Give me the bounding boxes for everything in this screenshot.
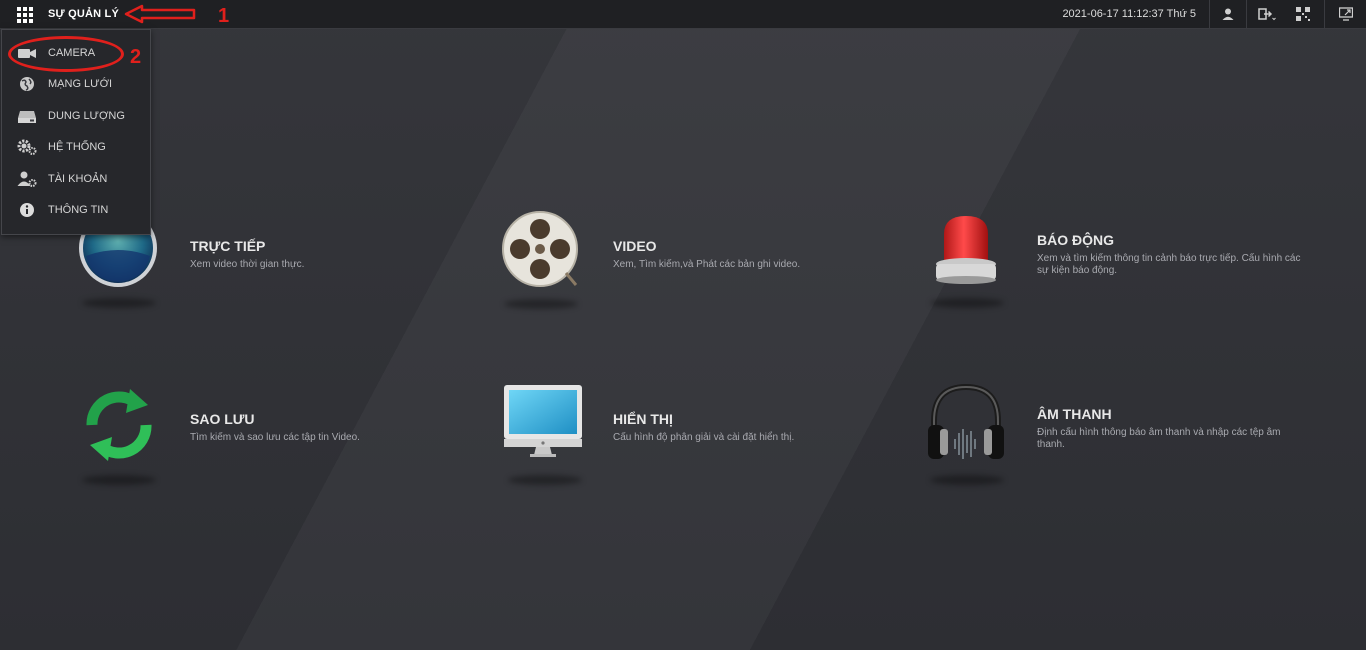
account-icon bbox=[17, 171, 37, 187]
headphones-icon bbox=[928, 383, 1004, 459]
menu-item-account[interactable]: TÀI KHOẢN bbox=[2, 164, 150, 194]
tile-audio[interactable]: ÂM THANH Định cấu hình thông báo âm than… bbox=[922, 381, 1322, 485]
tile-description: Xem và tìm kiếm thông tin cảnh báo trực … bbox=[1037, 253, 1301, 276]
tile-description: Xem video thời gian thực. bbox=[190, 259, 305, 270]
datetime-display: 2021-06-17 11:12:37 Thứ 5 bbox=[1062, 8, 1196, 20]
tile-description: Tìm kiếm và sao lưu các tập tin Video. bbox=[190, 432, 360, 443]
icon-shadow bbox=[504, 299, 578, 309]
info-icon bbox=[20, 203, 34, 217]
tile-display[interactable]: HIỂN THỊ Cấu hình độ phân giải và cài đặ… bbox=[500, 381, 900, 485]
icon-shadow bbox=[82, 298, 156, 308]
annotation-number-1: 1 bbox=[218, 5, 230, 27]
monitor-display-icon bbox=[504, 385, 582, 457]
annotation-ellipse bbox=[8, 36, 124, 72]
menu-item-network[interactable]: MẠNG LƯỚI bbox=[2, 69, 150, 99]
tile-backup[interactable]: SAO LƯU Tìm kiếm và sao lưu các tập tin … bbox=[74, 381, 474, 485]
menu-item-storage[interactable]: DUNG LƯỢNG bbox=[2, 101, 150, 131]
tile-title: BÁO ĐỘNG bbox=[1037, 232, 1114, 248]
tile-alarm[interactable]: BÁO ĐỘNG Xem và tìm kiếm thông tin cảnh … bbox=[922, 204, 1322, 308]
background bbox=[0, 0, 1366, 650]
icon-shadow bbox=[930, 298, 1004, 308]
qr-code-button[interactable] bbox=[1285, 0, 1321, 28]
logout-icon bbox=[1258, 8, 1276, 21]
screen-button[interactable] bbox=[1324, 0, 1366, 28]
network-icon bbox=[20, 77, 34, 91]
tile-title: VIDEO bbox=[613, 238, 657, 254]
icon-shadow bbox=[82, 475, 156, 485]
qr-code-icon bbox=[1296, 7, 1310, 21]
tile-title: HIỂN THỊ bbox=[613, 411, 673, 427]
menu-item-info[interactable]: THÔNG TIN bbox=[2, 195, 150, 225]
film-reel-icon bbox=[502, 211, 578, 287]
alarm-siren-icon bbox=[936, 216, 996, 284]
annotation-arrow bbox=[124, 4, 196, 24]
user-button[interactable] bbox=[1209, 0, 1246, 28]
sync-arrows-icon bbox=[86, 389, 152, 461]
page-title[interactable]: SỰ QUẢN LÝ bbox=[48, 8, 119, 20]
menu-item-label: MẠNG LƯỚI bbox=[48, 78, 113, 90]
logout-button[interactable] bbox=[1246, 0, 1287, 28]
gear-icon bbox=[17, 139, 37, 155]
tile-description: Xem, Tìm kiếm,và Phát các bản ghi video. bbox=[613, 259, 801, 270]
menu-item-label: DUNG LƯỢNG bbox=[48, 110, 125, 122]
icon-shadow bbox=[508, 475, 582, 485]
user-icon bbox=[1222, 8, 1234, 20]
icon-shadow bbox=[930, 475, 1004, 485]
tile-description: Cấu hình độ phân giải và cài đặt hiển th… bbox=[613, 432, 795, 443]
storage-icon bbox=[18, 111, 36, 123]
menu-item-label: HỆ THỐNG bbox=[48, 141, 106, 153]
annotation-number-2: 2 bbox=[130, 46, 142, 68]
tile-video[interactable]: VIDEO Xem, Tìm kiếm,và Phát các bản ghi … bbox=[496, 205, 896, 309]
tile-title: ÂM THANH bbox=[1037, 406, 1112, 422]
menu-item-system[interactable]: HỆ THỐNG bbox=[2, 132, 150, 162]
tile-description: Định cấu hình thông báo âm thanh và nhập… bbox=[1037, 427, 1281, 450]
top-bar: SỰ QUẢN LÝ 2021-06-17 11:12:37 Thứ 5 bbox=[0, 0, 1366, 29]
tile-title: SAO LƯU bbox=[190, 411, 255, 427]
tile-title: TRỰC TIẾP bbox=[190, 238, 266, 254]
menu-item-label: THÔNG TIN bbox=[48, 204, 109, 216]
apps-grid-icon[interactable] bbox=[17, 7, 33, 23]
menu-item-label: TÀI KHOẢN bbox=[48, 173, 108, 185]
monitor-icon bbox=[1339, 7, 1353, 21]
